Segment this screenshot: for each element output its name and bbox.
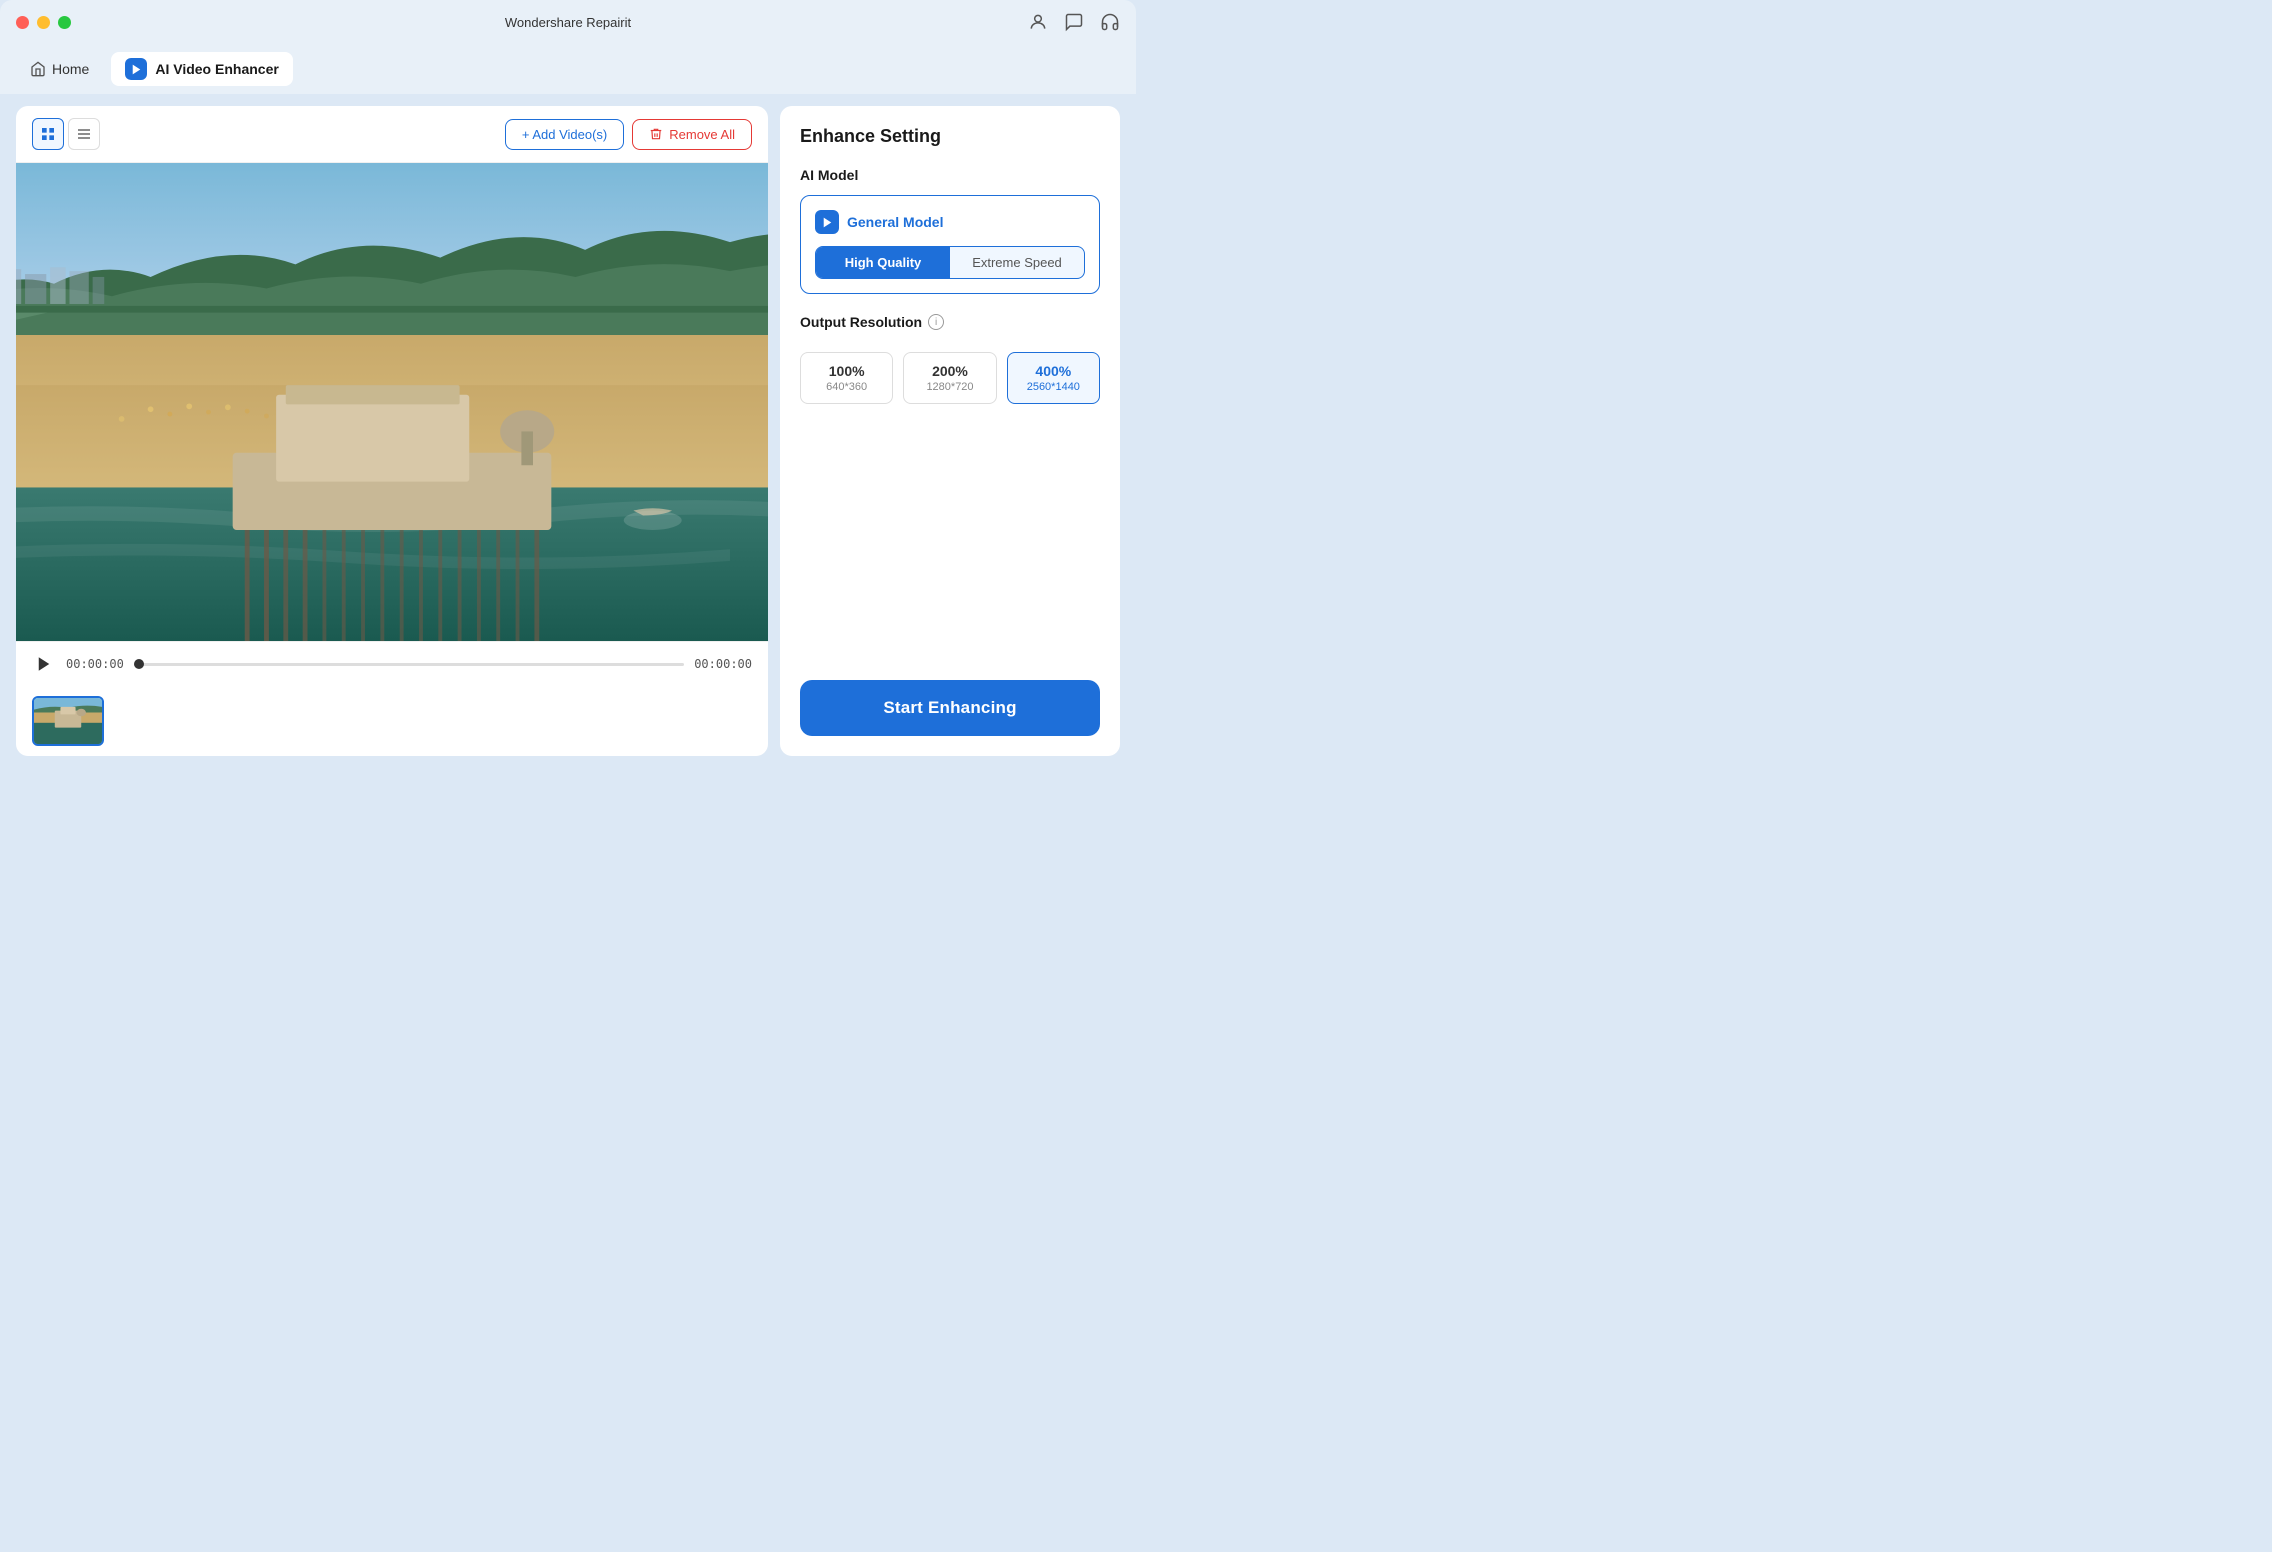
title-icon-group [1028, 12, 1120, 32]
progress-handle[interactable] [134, 659, 144, 669]
play-icon [35, 655, 53, 673]
general-model-icon [815, 210, 839, 234]
window-title: Wondershare Repairit [505, 15, 631, 30]
res-400-percent: 400% [1016, 363, 1091, 379]
thumbnails-row [16, 686, 768, 756]
home-nav-item[interactable]: Home [16, 55, 103, 83]
res-200-percent: 200% [912, 363, 987, 379]
add-videos-label: + Add Video(s) [522, 127, 607, 142]
user-icon[interactable] [1028, 12, 1048, 32]
enhance-settings-title: Enhance Setting [800, 126, 1100, 147]
quality-toggle: High Quality Extreme Speed [815, 246, 1085, 279]
video-container [16, 163, 768, 641]
trash-icon [649, 127, 663, 141]
right-panel: Enhance Setting AI Model General Model H… [780, 106, 1120, 756]
home-icon [30, 61, 46, 77]
extreme-speed-button[interactable]: Extreme Speed [950, 247, 1084, 278]
ai-enhancer-nav-icon [125, 58, 147, 80]
extreme-speed-label: Extreme Speed [972, 255, 1062, 270]
play-button[interactable] [32, 652, 56, 676]
model-header: General Model [815, 210, 1085, 234]
res-400-dim: 2560*1440 [1016, 381, 1091, 393]
res-200-dim: 1280*720 [912, 381, 987, 393]
high-quality-label: High Quality [845, 255, 922, 270]
ai-video-enhancer-nav-item[interactable]: AI Video Enhancer [111, 52, 292, 86]
nav-bar: Home AI Video Enhancer [0, 44, 1136, 94]
remove-all-button[interactable]: Remove All [632, 119, 752, 150]
left-panel: + Add Video(s) Remove All [16, 106, 768, 756]
headphones-icon[interactable] [1100, 12, 1120, 32]
beach-scene-svg [16, 163, 768, 641]
resolution-200-button[interactable]: 200% 1280*720 [903, 352, 996, 404]
toolbar: + Add Video(s) Remove All [16, 106, 768, 163]
video-preview [16, 163, 768, 641]
close-button[interactable] [16, 16, 29, 29]
ai-model-card: General Model High Quality Extreme Speed [800, 195, 1100, 294]
resolution-100-button[interactable]: 100% 640*360 [800, 352, 893, 404]
start-enhancing-label: Start Enhancing [883, 698, 1016, 717]
list-icon [76, 126, 92, 142]
progress-bar[interactable] [134, 663, 684, 666]
resolution-options: 100% 640*360 200% 1280*720 400% 2560*144… [800, 352, 1100, 404]
view-toggle [32, 118, 100, 150]
add-videos-button[interactable]: + Add Video(s) [505, 119, 624, 150]
video-thumbnail[interactable] [32, 696, 104, 746]
main-content: + Add Video(s) Remove All [0, 94, 1136, 772]
model-name: General Model [847, 214, 943, 230]
traffic-lights [16, 16, 71, 29]
res-100-percent: 100% [809, 363, 884, 379]
chat-icon[interactable] [1064, 12, 1084, 32]
total-time: 00:00:00 [694, 657, 752, 671]
res-100-dim: 640*360 [809, 381, 884, 393]
output-label-row: Output Resolution i [800, 314, 1100, 330]
maximize-button[interactable] [58, 16, 71, 29]
title-bar: Wondershare Repairit [0, 0, 1136, 44]
video-controls: 00:00:00 00:00:00 [16, 641, 768, 686]
ai-enhancer-nav-label: AI Video Enhancer [155, 61, 278, 77]
thumbnail-image [34, 698, 102, 744]
output-resolution-label: Output Resolution [800, 314, 922, 330]
ai-model-label: AI Model [800, 167, 1100, 183]
start-enhancing-button[interactable]: Start Enhancing [800, 680, 1100, 736]
home-label: Home [52, 61, 89, 77]
remove-all-label: Remove All [669, 127, 735, 142]
minimize-button[interactable] [37, 16, 50, 29]
list-view-button[interactable] [68, 118, 100, 150]
current-time: 00:00:00 [66, 657, 124, 671]
info-icon[interactable]: i [928, 314, 944, 330]
high-quality-button[interactable]: High Quality [816, 247, 950, 278]
resolution-400-button[interactable]: 400% 2560*1440 [1007, 352, 1100, 404]
grid-icon [40, 126, 56, 142]
output-resolution-section: Output Resolution i 100% 640*360 200% 12… [800, 314, 1100, 404]
thumb-scene [34, 698, 102, 744]
grid-view-button[interactable] [32, 118, 64, 150]
